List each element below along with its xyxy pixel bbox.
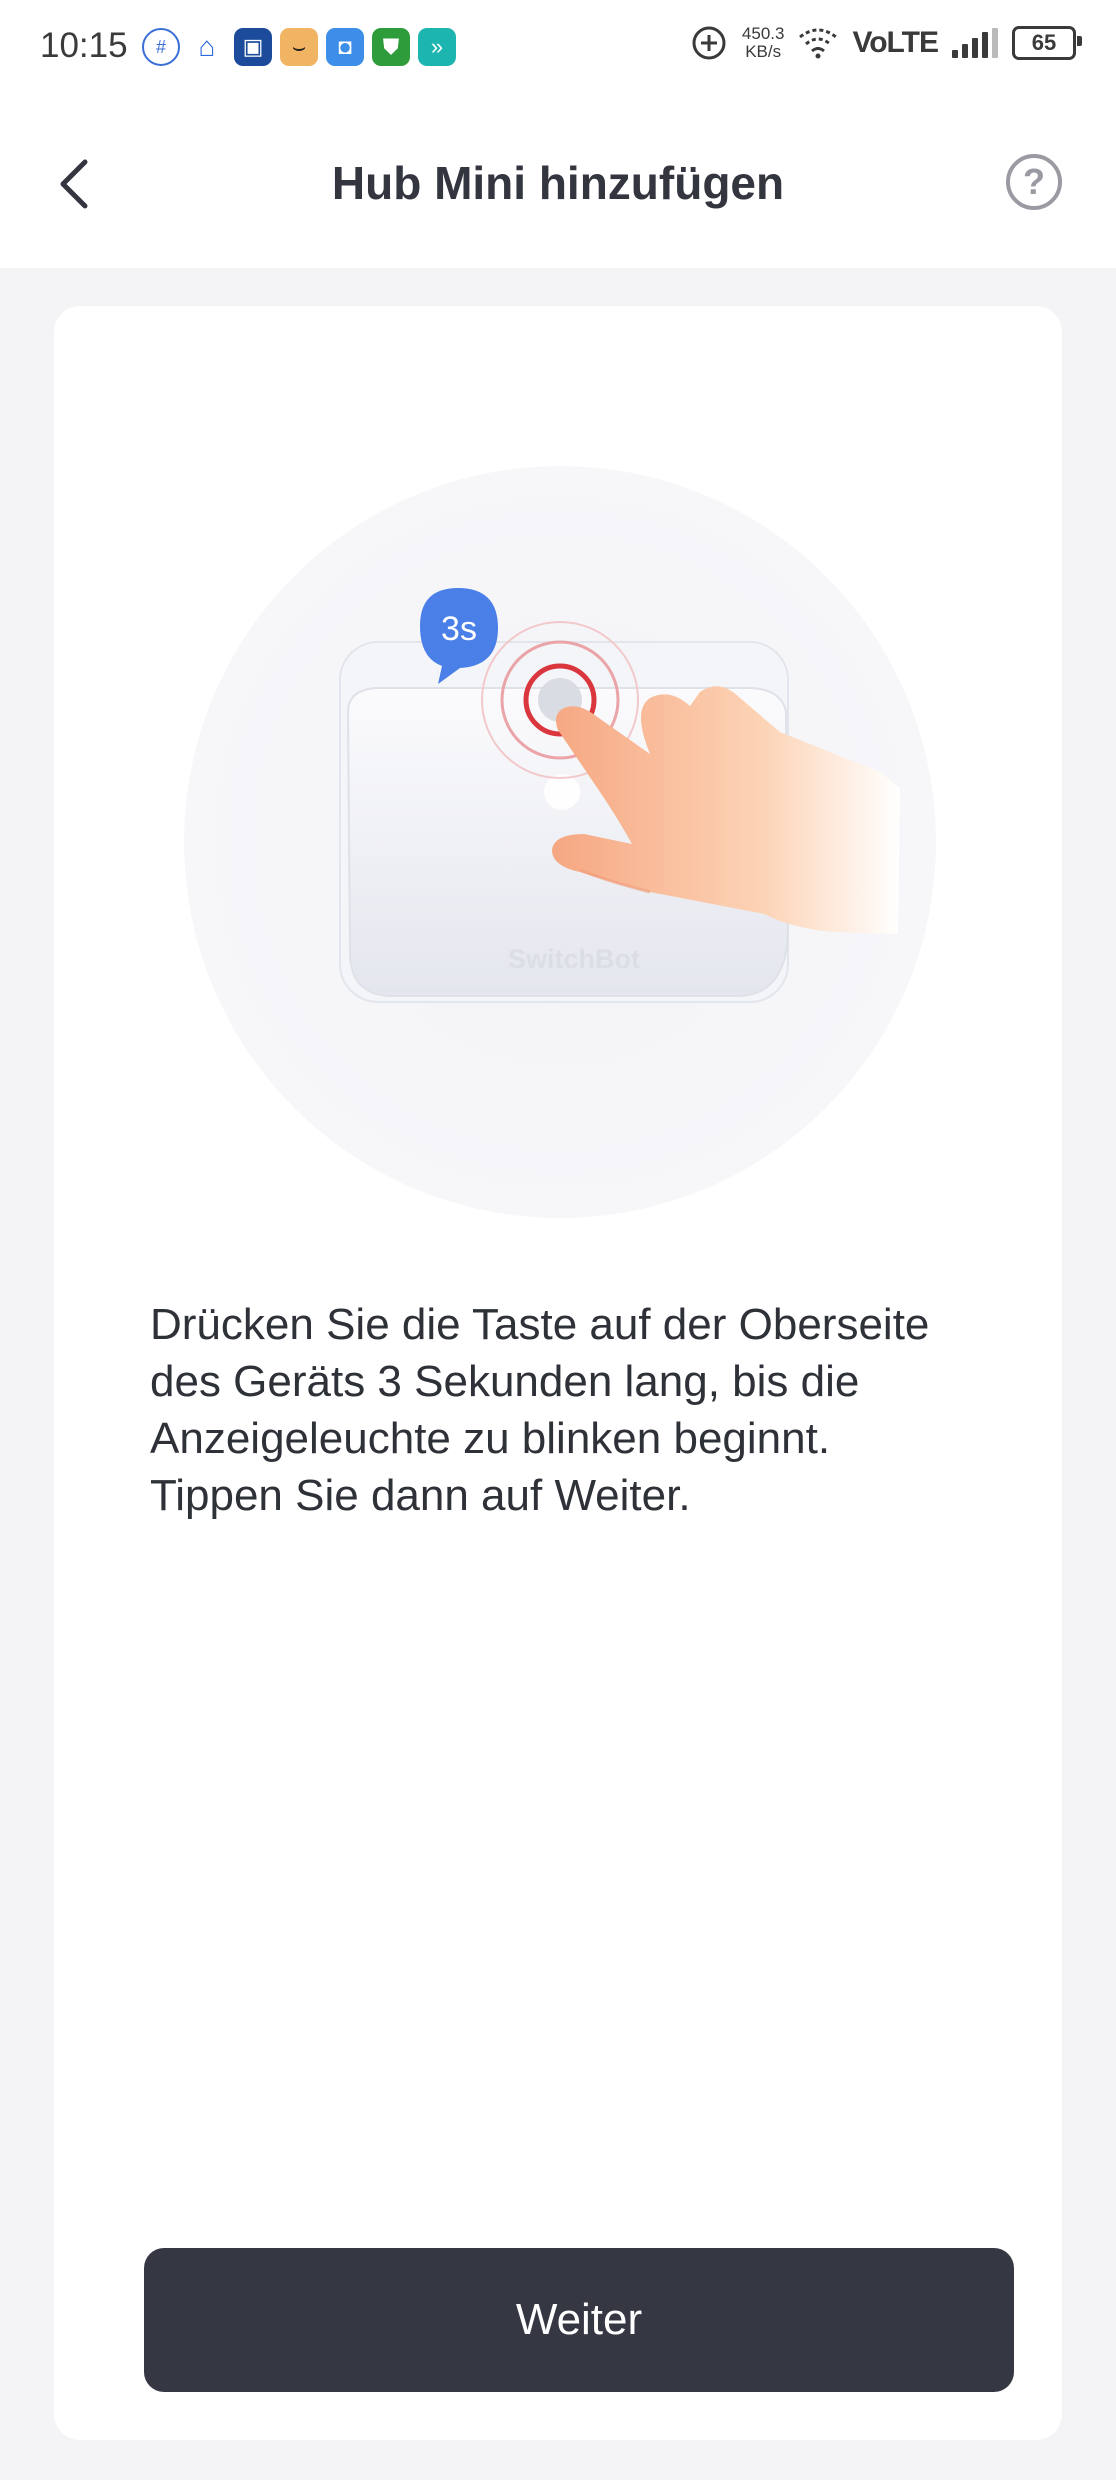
notification-icons: # ⌂ ▣ ⌣ ◘ ⛊ » <box>142 28 456 66</box>
battery-level: 65 <box>1031 30 1057 55</box>
page-title: Hub Mini hinzufügen <box>331 157 785 209</box>
indicator-led <box>544 774 580 810</box>
signal-icon <box>952 28 998 58</box>
net-speed-value: 450.3 <box>741 24 785 43</box>
shield-app-icon: ⛊ <box>372 28 410 66</box>
home-icon: ⌂ <box>188 28 226 66</box>
help-button[interactable]: ? <box>1006 154 1062 210</box>
video-app-icon: ▣ <box>234 28 272 66</box>
device-illustration: SwitchBot 3s <box>184 466 936 1218</box>
status-right: 450.3 KB/s VoLTE 65 <box>690 24 1082 62</box>
status-bar: 10:15 # ⌂ ▣ ⌣ ◘ ⛊ » 450.3 KB/s VoLTE 65 <box>0 0 1116 100</box>
teal-app-icon: » <box>418 28 456 66</box>
weiter-button[interactable]: Weiter <box>144 2248 1014 2392</box>
net-speed: 450.3 KB/s <box>742 25 785 61</box>
data-saver-icon <box>692 26 726 60</box>
amazon-icon: ⌣ <box>280 28 318 66</box>
weather-icon: # <box>142 28 180 66</box>
help-icon: ? <box>1023 161 1045 202</box>
brand-text: SwitchBot <box>508 944 640 974</box>
status-time: 10:15 <box>40 26 128 65</box>
shopping-bag-icon: ◘ <box>326 28 364 66</box>
timer-badge-text: 3s <box>441 610 477 648</box>
instruction-card: SwitchBot 3s Drücken Sie die Taste auf d… <box>54 306 1062 2440</box>
instruction-text: Drücken Sie die Taste auf der Oberseite … <box>150 1300 930 1520</box>
app-header: Hub Mini hinzufügen ? <box>0 100 1116 268</box>
network-type: VoLTE <box>852 26 939 59</box>
wifi-icon <box>799 28 838 59</box>
net-speed-unit: KB/s <box>745 42 782 61</box>
battery-icon: 65 <box>1012 26 1082 60</box>
